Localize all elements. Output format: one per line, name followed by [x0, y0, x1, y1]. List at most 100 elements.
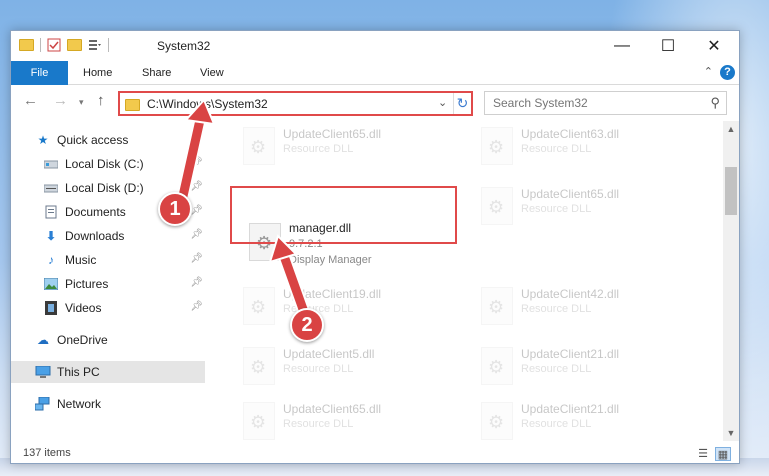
sidebar-item-label: Documents — [65, 205, 126, 219]
refresh-icon[interactable]: ↻ — [453, 93, 471, 114]
window-title: System32 — [157, 39, 211, 53]
tab-file[interactable]: File — [11, 61, 68, 85]
pin-icon[interactable]: 📌︎ — [190, 157, 203, 168]
file-name: UpdateClient21.dll — [521, 402, 620, 416]
file-highlight-box — [230, 186, 457, 244]
maximize-button[interactable]: ☐ — [645, 31, 691, 61]
chevron-down-icon[interactable]: ⌄ — [438, 96, 447, 109]
dll-file-icon — [243, 402, 275, 440]
title-bar: System32 — ☐ ✕ — [11, 31, 739, 61]
navigation-bar: ← → ▾ ↑ C:\Windows\System32 ⌄ ↻ ⚲ — [11, 89, 739, 117]
pin-icon[interactable]: 📌︎ — [190, 253, 203, 264]
file-description: Resource DLL — [521, 143, 592, 155]
pin-icon[interactable]: 📌︎ — [190, 229, 203, 240]
file-item[interactable]: UpdateClient65.dll Resource DLL — [235, 121, 455, 171]
sidebar-item-label: OneDrive — [57, 333, 108, 347]
up-arrow-icon[interactable]: ↑ — [97, 92, 105, 109]
properties-icon[interactable] — [47, 38, 61, 52]
sidebar-item-music[interactable]: ♪ Music 📌︎ — [11, 249, 205, 271]
large-icons-view-icon[interactable]: ▦ — [715, 447, 731, 461]
file-item[interactable]: UpdateClient63.dll Resource DLL — [473, 121, 693, 171]
file-item[interactable]: UpdateClient5.dll Resource DLL — [235, 341, 455, 391]
documents-icon — [43, 204, 59, 220]
sidebar-item-this-pc[interactable]: This PC — [11, 361, 205, 383]
forward-arrow-icon[interactable]: → — [53, 92, 68, 109]
back-arrow-icon[interactable]: ← — [23, 92, 38, 109]
file-description: Resource DLL — [521, 203, 592, 215]
pin-icon[interactable]: 📌︎ — [190, 301, 203, 312]
pin-icon[interactable]: 📌︎ — [190, 277, 203, 288]
customize-toolbar-icon[interactable] — [88, 38, 102, 52]
sidebar-item-label: Local Disk (D:) — [65, 181, 144, 195]
file-item[interactable]: UpdateClient42.dll Resource DLL — [473, 281, 693, 331]
file-name: UpdateClient5.dll — [283, 347, 375, 361]
file-name: UpdateClient21.dll — [521, 347, 620, 361]
sidebar-item-pictures[interactable]: Pictures 📌︎ — [11, 273, 205, 295]
file-item[interactable]: UpdateClient21.dll Resource DLL — [473, 396, 693, 441]
pictures-icon — [43, 276, 59, 292]
download-icon: ⬇ — [45, 229, 57, 243]
search-box[interactable]: ⚲ — [484, 91, 727, 115]
sidebar-item-quick-access[interactable]: ★ Quick access — [11, 129, 205, 151]
tab-view[interactable]: View — [200, 61, 224, 85]
file-name: UpdateClient65.dll — [283, 402, 382, 416]
cloud-icon: ☁ — [37, 333, 49, 347]
star-icon: ★ — [37, 133, 49, 147]
file-description: Resource DLL — [521, 363, 592, 375]
recent-locations-icon[interactable]: ▾ — [79, 97, 84, 108]
folder-icon — [125, 99, 140, 111]
file-name: UpdateClient63.dll — [521, 127, 620, 141]
minimize-button[interactable]: — — [599, 31, 645, 61]
file-list: UpdateClient65.dll Resource DLL UpdateCl… — [217, 121, 723, 441]
step-1-badge: 1 — [158, 192, 192, 226]
address-bar[interactable]: C:\Windows\System32 ⌄ ↻ — [118, 91, 473, 116]
dll-file-icon — [243, 127, 275, 165]
sidebar-item-videos[interactable]: Videos 📌︎ — [11, 297, 205, 319]
search-icon[interactable]: ⚲ — [710, 95, 720, 111]
sidebar-item-label: Local Disk (C:) — [65, 157, 144, 171]
separator — [40, 38, 41, 52]
scroll-up-icon[interactable]: ▲ — [723, 121, 739, 137]
file-description: Resource DLL — [283, 143, 354, 155]
file-name: UpdateClient65.dll — [521, 187, 620, 201]
sidebar-item-local-disk-c[interactable]: Local Disk (C:) 📌︎ — [11, 153, 205, 175]
vertical-scrollbar[interactable]: ▲ ▼ — [723, 121, 739, 441]
scroll-thumb[interactable] — [725, 167, 737, 215]
file-item[interactable]: UpdateClient21.dll Resource DLL — [473, 341, 693, 391]
dll-file-icon — [481, 347, 513, 385]
sidebar-item-network[interactable]: Network — [11, 393, 205, 415]
dll-file-icon — [481, 187, 513, 225]
ribbon-tabs: File Home Share View ⌃ ? — [11, 61, 739, 85]
sidebar-item-label: Videos — [65, 301, 102, 315]
videos-icon — [43, 300, 59, 316]
chevron-up-icon[interactable]: ⌃ — [704, 65, 713, 78]
help-icon[interactable]: ? — [720, 65, 735, 80]
sidebar-item-label: Downloads — [65, 229, 125, 243]
file-item[interactable]: UpdateClient19.dll Resource DLL — [235, 281, 455, 331]
tab-share[interactable]: Share — [142, 61, 171, 85]
dll-file-icon — [481, 402, 513, 440]
status-bar: 137 items ☰ ▦ — [11, 445, 739, 465]
explorer-window: System32 — ☐ ✕ File Home Share View ⌃ ? … — [10, 30, 740, 464]
close-button[interactable]: ✕ — [691, 31, 737, 61]
dll-file-icon — [243, 347, 275, 385]
address-path[interactable]: C:\Windows\System32 — [147, 97, 268, 111]
file-description: Display Manager — [289, 254, 372, 266]
details-view-icon[interactable]: ☰ — [695, 447, 711, 461]
new-folder-icon[interactable] — [67, 39, 82, 51]
drive-icon — [43, 180, 59, 196]
music-icon: ♪ — [48, 253, 54, 267]
sidebar-item-downloads[interactable]: ⬇ Downloads 📌︎ — [11, 225, 205, 247]
scroll-down-icon[interactable]: ▼ — [723, 425, 739, 441]
dll-file-icon — [243, 287, 275, 325]
sidebar-item-label: Music — [65, 253, 97, 267]
pin-icon[interactable]: 📌︎ — [190, 205, 203, 216]
sidebar-item-onedrive[interactable]: ☁ OneDrive — [11, 329, 205, 351]
file-item[interactable]: UpdateClient65.dll Resource DLL — [235, 396, 455, 441]
search-input[interactable] — [493, 95, 693, 111]
file-item[interactable]: UpdateClient65.dll Resource DLL — [473, 181, 693, 231]
sidebar-item-label: Pictures — [65, 277, 109, 291]
pin-icon[interactable]: 📌︎ — [190, 181, 203, 192]
quick-access-toolbar — [19, 38, 109, 52]
tab-home[interactable]: Home — [83, 61, 112, 85]
